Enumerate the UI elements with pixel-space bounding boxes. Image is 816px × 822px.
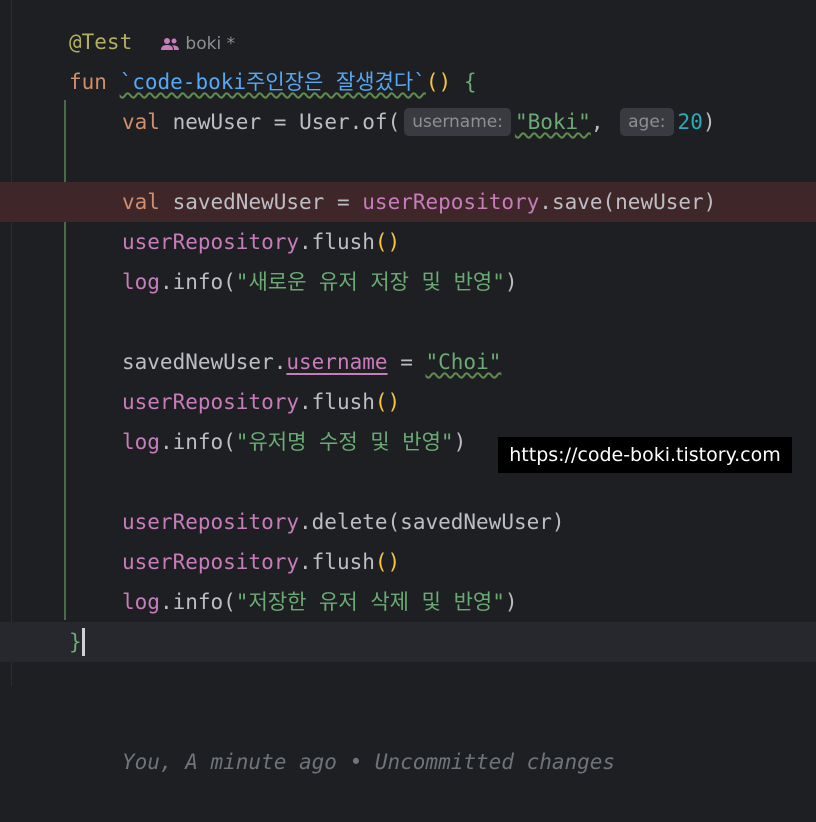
log-message: "유저명 수정 및 반영" — [235, 430, 454, 454]
user-repository: userRepository — [362, 190, 540, 214]
code-line-annotation[interactable]: @Test — [0, 22, 816, 62]
annotation-test: @Test — [69, 30, 133, 54]
code-line-empty[interactable] — [0, 302, 816, 342]
flush-parens: () — [374, 390, 401, 414]
modified-marker: * — [226, 34, 236, 54]
log-object: log — [122, 590, 160, 614]
code-line-closing-brace[interactable]: } You, A minute ago • Uncommitted change… — [0, 622, 816, 774]
code-line-flush[interactable]: userRepository.flush() — [0, 542, 816, 582]
user-repository: userRepository — [122, 510, 300, 534]
method-info: .info( — [159, 270, 236, 294]
property-username: username — [286, 350, 388, 374]
method-delete: .delete( — [299, 510, 401, 534]
author-inlay-hint[interactable]: boki * — [160, 32, 235, 56]
code-line-flush[interactable]: userRepository.flush() — [0, 382, 816, 422]
log-message: "새로운 유저 저장 및 반영" — [235, 270, 505, 294]
user-repository: userRepository — [122, 230, 300, 254]
log-object: log — [122, 430, 160, 454]
paren-close: ) — [504, 270, 518, 294]
code-line-assign-username[interactable]: savedNewUser.username = "Choi" — [0, 342, 816, 382]
user-repository: userRepository — [122, 550, 300, 574]
function-name: `code-boki주인장은 잘생겼다` — [119, 70, 426, 94]
var-newuser: newUser — [172, 110, 262, 134]
var-savednewuser: savedNewUser — [122, 350, 274, 374]
paren-close: ) — [703, 190, 717, 214]
git-blame-annotation[interactable]: You, A minute ago • Uncommitted changes — [122, 742, 615, 782]
log-message: "저장한 유저 삭제 및 반영" — [235, 590, 505, 614]
dot: . — [273, 350, 287, 374]
param-hint-age: age: — [620, 108, 674, 136]
paren-close: ) — [504, 590, 518, 614]
code-line-empty[interactable] — [0, 142, 816, 182]
brace-open: { — [463, 70, 477, 94]
text-caret — [82, 628, 85, 656]
method-info: .info( — [159, 430, 236, 454]
code-line-log[interactable]: log.info("저장한 유저 삭제 및 반영") — [0, 582, 816, 622]
code-line-log[interactable]: log.info("새로운 유저 저장 및 반영") — [0, 262, 816, 302]
arg-age: 20 — [677, 110, 703, 134]
call-user-of: User.of( — [299, 110, 401, 134]
method-info: .info( — [159, 590, 236, 614]
user-group-icon — [161, 38, 179, 50]
param-hint-username: username: — [404, 108, 511, 136]
brace-close: } — [69, 630, 82, 654]
watermark-url: https://code-boki.tistory.com — [498, 437, 792, 473]
flush-parens: () — [374, 550, 401, 574]
arg-newuser: newUser — [615, 190, 704, 214]
arg-savednewuser: savedNewUser — [400, 510, 552, 534]
keyword-fun: fun — [69, 70, 107, 94]
operator-eq: = — [273, 110, 287, 134]
code-line-val-newuser[interactable]: val newUser = User.of(username: "Boki", a… — [0, 102, 816, 142]
code-line-val-saved[interactable]: val savedNewUser = userRepository.save(n… — [0, 182, 816, 222]
author-name: boki — [185, 34, 222, 54]
paren-close: ) — [551, 510, 565, 534]
flush-parens: () — [374, 230, 401, 254]
function-parens: () — [425, 70, 452, 94]
code-line-delete[interactable]: userRepository.delete(savedNewUser) — [0, 502, 816, 542]
method-save: .save( — [539, 190, 616, 214]
paren-close: ) — [453, 430, 467, 454]
arg-username: "Boki" — [514, 110, 591, 134]
keyword-val: val — [122, 110, 160, 134]
method-flush: .flush — [299, 390, 375, 414]
code-line-flush[interactable]: userRepository.flush() — [0, 222, 816, 262]
operator-eq: = — [336, 190, 350, 214]
keyword-val: val — [122, 190, 160, 214]
var-savednewuser: savedNewUser — [172, 190, 325, 214]
code-line-function[interactable]: fun `code-boki주인장은 잘생겼다`() { — [0, 62, 816, 102]
user-repository: userRepository — [122, 390, 300, 414]
paren-close: ) — [702, 110, 716, 134]
method-flush: .flush — [299, 550, 375, 574]
log-object: log — [122, 270, 160, 294]
method-flush: .flush — [299, 230, 375, 254]
string-choi: "Choi" — [425, 350, 502, 374]
operator-eq: = — [400, 350, 413, 374]
comma: , — [590, 110, 604, 134]
